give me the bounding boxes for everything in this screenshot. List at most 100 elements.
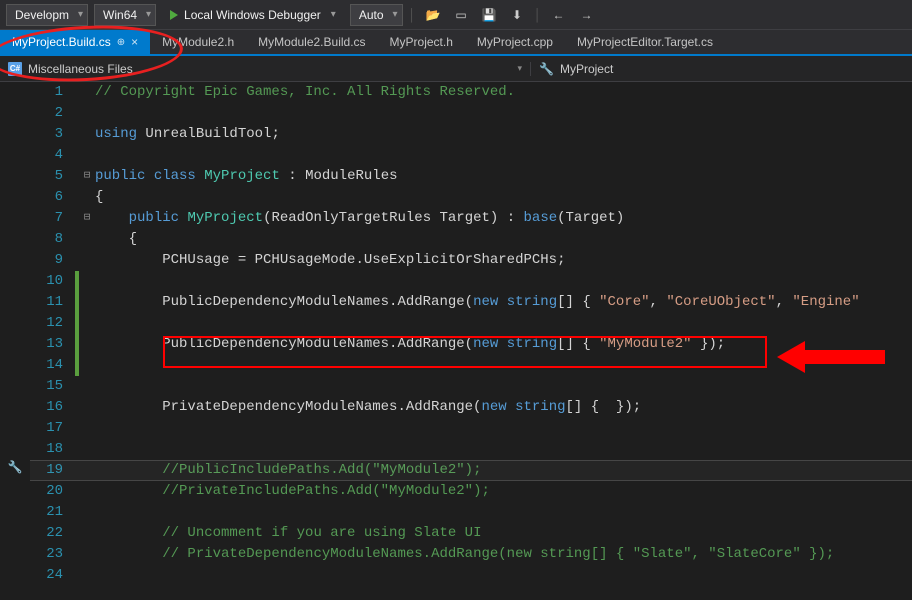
code-line[interactable]: 6{ — [30, 187, 912, 208]
line-number: 5 — [30, 166, 75, 187]
code-line[interactable]: 4 — [30, 145, 912, 166]
line-number: 6 — [30, 187, 75, 208]
code-text[interactable]: // Copyright Epic Games, Inc. All Rights… — [95, 82, 912, 103]
fold-toggle — [79, 82, 95, 103]
line-number: 9 — [30, 250, 75, 271]
pin-icon[interactable]: ⊕ — [117, 37, 125, 48]
breadcrumb-left-label: Miscellaneous Files — [28, 62, 133, 76]
fold-toggle — [79, 502, 95, 523]
csharp-icon: C# — [8, 62, 22, 76]
code-text[interactable] — [95, 376, 912, 397]
nav-fwd-icon[interactable]: → — [576, 4, 598, 26]
code-line[interactable]: 8 { — [30, 229, 912, 250]
tab-myproject-build[interactable]: MyProject.Build.cs ⊕ × — [0, 30, 150, 54]
line-number: 23 — [30, 544, 75, 565]
fold-toggle — [79, 523, 95, 544]
config-dropdown[interactable]: Developm — [6, 4, 88, 26]
code-line[interactable]: 5⊟public class MyProject : ModuleRules — [30, 166, 912, 187]
fold-toggle — [79, 418, 95, 439]
code-line[interactable]: 3using UnrealBuildTool; — [30, 124, 912, 145]
code-text[interactable]: // Uncomment if you are using Slate UI — [95, 523, 912, 544]
chevron-down-icon: ▾ — [331, 9, 336, 20]
fold-toggle — [79, 397, 95, 418]
code-text[interactable]: { — [95, 229, 912, 250]
debugger-label: Local Windows Debugger — [184, 8, 321, 22]
fold-toggle — [79, 145, 95, 166]
code-text[interactable] — [95, 502, 912, 523]
open-file-icon[interactable]: ▭ — [450, 4, 472, 26]
code-line[interactable]: 19 //PublicIncludePaths.Add("MyModule2")… — [30, 460, 912, 481]
code-text[interactable]: { — [95, 187, 912, 208]
line-number: 21 — [30, 502, 75, 523]
code-text[interactable]: PCHUsage = PCHUsageMode.UseExplicitOrSha… — [95, 250, 912, 271]
line-number: 13 — [30, 334, 75, 355]
fold-toggle — [79, 481, 95, 502]
code-line[interactable]: 16 PrivateDependencyModuleNames.AddRange… — [30, 397, 912, 418]
fold-toggle — [79, 187, 95, 208]
tab-myproject-cpp[interactable]: MyProject.cpp — [465, 30, 565, 54]
code-text[interactable]: // PrivateDependencyModuleNames.AddRange… — [95, 544, 912, 565]
code-line[interactable]: 7⊟ public MyProject(ReadOnlyTargetRules … — [30, 208, 912, 229]
code-line[interactable]: 1// Copyright Epic Games, Inc. All Right… — [30, 82, 912, 103]
code-text[interactable]: using UnrealBuildTool; — [95, 124, 912, 145]
code-line[interactable]: 12 — [30, 313, 912, 334]
code-text[interactable] — [95, 145, 912, 166]
code-line[interactable]: 18 — [30, 439, 912, 460]
breadcrumb-left[interactable]: C# Miscellaneous Files ▾ — [0, 62, 530, 76]
close-icon[interactable]: × — [131, 35, 138, 49]
mode-dropdown[interactable]: Auto — [350, 4, 403, 26]
code-text[interactable] — [95, 271, 912, 292]
fold-toggle — [79, 565, 95, 586]
code-line[interactable]: 24 — [30, 565, 912, 586]
line-number: 14 — [30, 355, 75, 376]
code-text[interactable] — [95, 103, 912, 124]
code-text[interactable]: //PublicIncludePaths.Add("MyModule2"); — [95, 460, 912, 481]
line-number: 17 — [30, 418, 75, 439]
tab-myprojecteditor-target[interactable]: MyProjectEditor.Target.cs — [565, 30, 725, 54]
start-debugger-button[interactable]: Local Windows Debugger ▾ — [162, 4, 344, 26]
fold-toggle[interactable]: ⊟ — [79, 208, 95, 229]
code-line[interactable]: 9 PCHUsage = PCHUsageMode.UseExplicitOrS… — [30, 250, 912, 271]
line-number: 24 — [30, 565, 75, 586]
code-text[interactable]: public MyProject(ReadOnlyTargetRules Tar… — [95, 208, 912, 229]
code-text[interactable] — [95, 439, 912, 460]
code-text[interactable] — [95, 418, 912, 439]
tab-mymodule2-build[interactable]: MyModule2.Build.cs — [246, 30, 377, 54]
fold-toggle — [79, 271, 95, 292]
save-all-icon[interactable]: 💾 — [478, 4, 500, 26]
code-text[interactable] — [95, 565, 912, 586]
code-text[interactable]: PublicDependencyModuleNames.AddRange(new… — [95, 292, 912, 313]
code-line[interactable]: 20 //PrivateIncludePaths.Add("MyModule2"… — [30, 481, 912, 502]
tab-label: MyProject.Build.cs — [12, 35, 111, 49]
download-icon[interactable]: ⬇ — [506, 4, 528, 26]
code-line[interactable]: 2 — [30, 103, 912, 124]
glyph-margin: 🔧 — [0, 82, 30, 600]
line-number: 2 — [30, 103, 75, 124]
code-line[interactable]: 22 // Uncomment if you are using Slate U… — [30, 523, 912, 544]
tab-myproject-h[interactable]: MyProject.h — [378, 30, 465, 54]
code-area[interactable]: 1// Copyright Epic Games, Inc. All Right… — [30, 82, 912, 600]
code-text[interactable]: //PrivateIncludePaths.Add("MyModule2"); — [95, 481, 912, 502]
breadcrumb-right[interactable]: 🔧 MyProject — [530, 62, 621, 76]
folder-open-icon[interactable]: 📂 — [422, 4, 444, 26]
code-line[interactable]: 17 — [30, 418, 912, 439]
code-line[interactable]: 15 — [30, 376, 912, 397]
platform-dropdown[interactable]: Win64 — [94, 4, 156, 26]
fold-toggle[interactable]: ⊟ — [79, 166, 95, 187]
breadcrumb-right-label: MyProject — [560, 62, 613, 76]
tab-mymodule2-h[interactable]: MyModule2.h — [150, 30, 246, 54]
fold-toggle — [79, 103, 95, 124]
play-icon — [170, 10, 178, 20]
nav-back-icon[interactable]: ← — [548, 4, 570, 26]
fold-toggle — [79, 355, 95, 376]
code-editor[interactable]: 🔧 1// Copyright Epic Games, Inc. All Rig… — [0, 82, 912, 600]
fold-toggle — [79, 460, 95, 481]
quickfix-icon[interactable]: 🔧 — [8, 460, 23, 475]
code-line[interactable]: 23 // PrivateDependencyModuleNames.AddRa… — [30, 544, 912, 565]
code-line[interactable]: 10 — [30, 271, 912, 292]
code-text[interactable] — [95, 313, 912, 334]
code-line[interactable]: 11 PublicDependencyModuleNames.AddRange(… — [30, 292, 912, 313]
code-line[interactable]: 21 — [30, 502, 912, 523]
code-text[interactable]: PrivateDependencyModuleNames.AddRange(ne… — [95, 397, 912, 418]
code-text[interactable]: public class MyProject : ModuleRules — [95, 166, 912, 187]
